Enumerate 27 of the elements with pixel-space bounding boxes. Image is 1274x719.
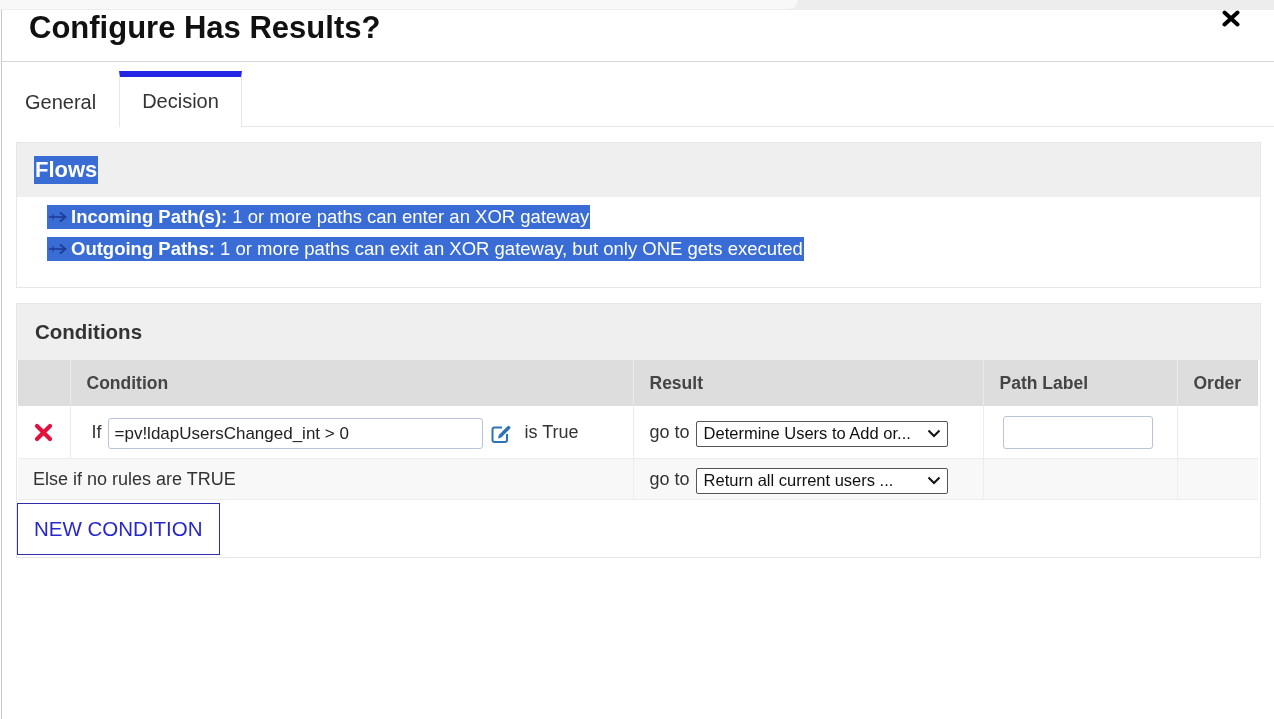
close-icon[interactable] [1222, 10, 1240, 27]
column-header: Path Label [983, 360, 1177, 406]
chevron-down-icon [926, 476, 941, 485]
column-header: Result [633, 360, 983, 406]
tab[interactable]: Decision [119, 71, 242, 127]
goto-label: go to [649, 468, 690, 490]
flow-description: Outgoing Paths: 1 or more paths can exit an XOR gateway, but only ONE gets executed [71, 237, 804, 261]
else-label: Else if no rules are TRUE [33, 468, 236, 489]
column-header: Condition [70, 360, 633, 406]
condition-input[interactable]: =pv!ldapUsersChanged_int > 0 [107, 418, 483, 449]
dialog-title: Configure Has Results? [29, 10, 381, 46]
if-label: If [91, 421, 102, 443]
flow-description: Incoming Path(s): 1 or more paths can enter an XOR gateway [71, 205, 591, 229]
condition-suffix: is True [524, 421, 579, 443]
arrow-right-icon [47, 205, 71, 229]
column-header: Order [1177, 360, 1258, 406]
edit-icon[interactable] [489, 423, 512, 444]
chevron-down-icon [926, 429, 941, 438]
dropdown[interactable]: Return all current users ... [695, 467, 948, 494]
panel-title: Conditions [35, 320, 143, 344]
goto-label: go to [649, 421, 690, 443]
new-condition-button[interactable]: NEW CONDITION [17, 503, 220, 555]
dropdown[interactable]: Determine Users to Add or... [695, 420, 948, 447]
arrow-right-icon [47, 237, 71, 261]
panel-title: Flows [34, 156, 99, 184]
path-label-input[interactable] [1002, 415, 1153, 449]
delete-icon[interactable] [34, 422, 54, 442]
